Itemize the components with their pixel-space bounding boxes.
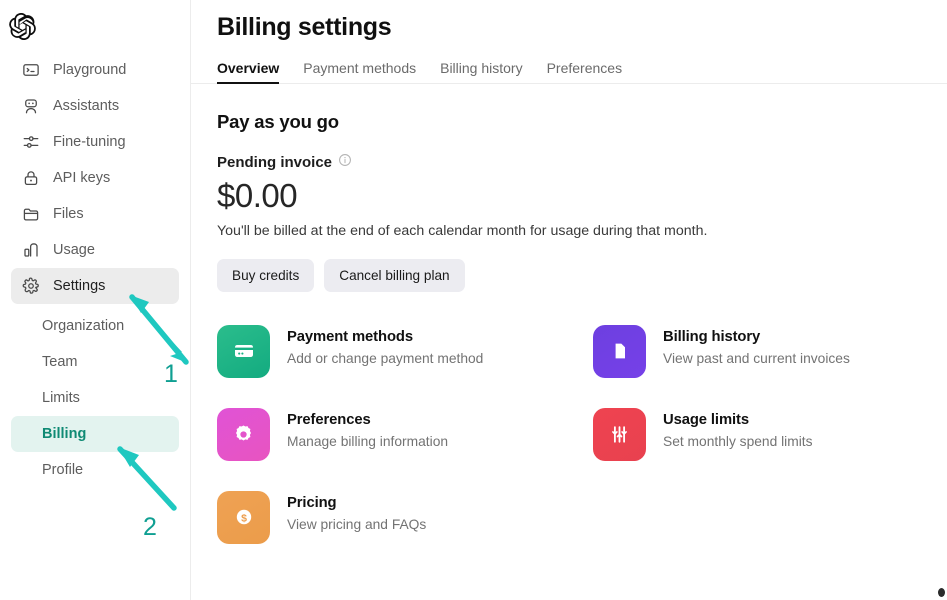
sidebar-item-settings[interactable]: Settings [11, 268, 179, 304]
sidebar-item-files[interactable]: Files [11, 196, 179, 232]
sidebar-subitem-label: Team [42, 354, 78, 370]
sidebar-item-label: Settings [53, 278, 106, 294]
sidebar-item-label: API keys [53, 170, 111, 186]
section-heading-pay-as-you-go: Pay as you go [217, 111, 339, 132]
sliders-icon [21, 133, 40, 152]
card-billing-history[interactable]: Billing history View past and current in… [593, 324, 921, 378]
credit-card-icon [217, 324, 270, 378]
sidebar-item-api-keys[interactable]: API keys [11, 160, 179, 196]
action-button-row: Buy credits Cancel billing plan [217, 258, 921, 292]
sidebar-item-playground[interactable]: Playground [11, 52, 179, 88]
card-title: Billing history [663, 328, 761, 345]
pending-invoice-label: Pending invoice [217, 154, 333, 171]
card-title: Payment methods [287, 328, 413, 345]
sidebar-subitem-label: Billing [42, 426, 87, 442]
card-subtitle: Manage billing information [287, 433, 449, 449]
card-title: Pricing [287, 494, 337, 511]
bar-chart-icon [21, 241, 40, 260]
sidebar-nav: Playground Assistants Fine-tuning API ke… [0, 52, 190, 304]
tab-label: Preferences [546, 60, 623, 76]
sidebar-subitem-label: Organization [42, 318, 125, 334]
shortcut-card-grid: Payment methods Add or change payment me… [217, 324, 921, 544]
sidebar-item-assistants[interactable]: Assistants [11, 88, 179, 124]
sidebar: Playground Assistants Fine-tuning API ke… [0, 0, 191, 600]
sidebar-item-label: Playground [53, 62, 127, 78]
tab-preferences[interactable]: Preferences [547, 60, 622, 83]
tab-billing-history[interactable]: Billing history [440, 60, 522, 83]
card-payment-methods[interactable]: Payment methods Add or change payment me… [217, 324, 593, 378]
cursor-pointer [938, 588, 945, 597]
brand-logo[interactable] [0, 0, 190, 52]
sidebar-subitem-label: Limits [42, 390, 80, 406]
sidebar-item-usage[interactable]: Usage [11, 232, 179, 268]
card-subtitle: Add or change payment method [287, 350, 484, 366]
pending-invoice-amount: $0.00 [217, 177, 298, 214]
overview-panel: Pay as you go Pending invoice $0.00 You'… [191, 111, 947, 544]
svg-text:$: $ [241, 512, 247, 524]
card-pricing[interactable]: $ Pricing View pricing and FAQs [217, 490, 593, 544]
playground-terminal-icon [21, 61, 40, 80]
sidebar-item-label: Assistants [53, 98, 120, 114]
sidebar-subitem-organization[interactable]: Organization [11, 308, 179, 344]
vertical-sliders-icon [593, 407, 646, 461]
cancel-billing-plan-button[interactable]: Cancel billing plan [324, 258, 465, 292]
lock-icon [21, 169, 40, 188]
card-usage-limits[interactable]: Usage limits Set monthly spend limits [593, 407, 921, 461]
sidebar-subitem-label: Profile [42, 462, 84, 478]
gear-icon [217, 407, 270, 461]
sidebar-item-label: Files [53, 206, 84, 222]
sidebar-subnav: Organization Team Limits Billing Profile [0, 304, 190, 488]
sidebar-item-fine-tuning[interactable]: Fine-tuning [11, 124, 179, 160]
dollar-circle-icon: $ [217, 490, 270, 544]
info-circle-icon[interactable] [338, 153, 352, 172]
card-preferences[interactable]: Preferences Manage billing information [217, 407, 593, 461]
folder-icon [21, 205, 40, 224]
tab-overview[interactable]: Overview [217, 60, 280, 84]
billing-settings-screen: Playground Assistants Fine-tuning API ke… [0, 0, 947, 600]
sidebar-item-label: Usage [53, 242, 95, 258]
sidebar-subitem-limits[interactable]: Limits [11, 380, 179, 416]
page-title: Billing settings [217, 13, 392, 41]
sidebar-item-label: Fine-tuning [53, 134, 126, 150]
robot-icon [21, 97, 40, 116]
main-content: Billing settings Overview Payment method… [191, 0, 947, 600]
tab-label: Payment methods [303, 60, 417, 76]
tab-payment-methods[interactable]: Payment methods [303, 60, 416, 83]
tab-label: Billing history [440, 60, 523, 76]
gear-icon [21, 277, 40, 296]
card-subtitle: View past and current invoices [663, 350, 850, 366]
document-icon [593, 324, 646, 378]
card-subtitle: View pricing and FAQs [287, 516, 427, 532]
buy-credits-button[interactable]: Buy credits [217, 258, 315, 292]
billing-note: You'll be billed at the end of each cale… [217, 222, 708, 239]
sidebar-subitem-billing[interactable]: Billing [11, 416, 179, 452]
openai-logo-icon [9, 12, 36, 40]
tab-bar: Overview Payment methods Billing history… [191, 55, 947, 84]
sidebar-subitem-profile[interactable]: Profile [11, 452, 179, 488]
card-title: Preferences [287, 411, 371, 428]
card-subtitle: Set monthly spend limits [663, 433, 813, 449]
card-title: Usage limits [663, 411, 749, 428]
pending-invoice-row: Pending invoice [217, 153, 921, 172]
tab-label: Overview [217, 60, 280, 76]
sidebar-subitem-team[interactable]: Team [11, 344, 179, 380]
